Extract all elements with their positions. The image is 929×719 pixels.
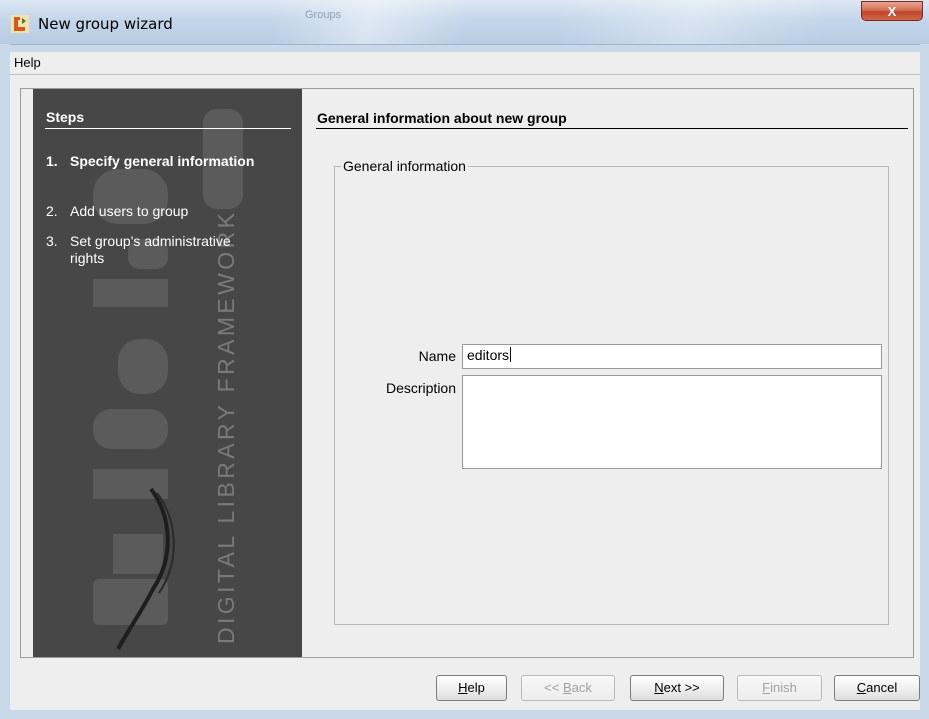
title-bar-glass (275, 0, 465, 44)
page-title-divider (316, 128, 908, 129)
step-label: Add users to group (70, 203, 189, 219)
cancel-button[interactable]: Cancel (834, 675, 920, 701)
description-field[interactable] (462, 375, 882, 469)
name-field-value: editors (467, 347, 510, 363)
menu-item-help[interactable]: Help (14, 55, 41, 70)
page-title: General information about new group (317, 110, 567, 126)
close-window-button[interactable]: X (861, 1, 923, 21)
window-title: New group wizard (38, 15, 173, 33)
steps-divider (45, 128, 291, 129)
steps-panel: DIGITAL LIBRARY FRAMEWORK Steps 1. Speci… (33, 89, 302, 657)
steps-title: Steps (46, 109, 85, 125)
help-button[interactable]: Help (436, 675, 507, 701)
close-icon: X (887, 4, 897, 19)
window-frame-left (0, 44, 10, 719)
background-window-tab: Groups (305, 9, 342, 21)
title-bar-glass (560, 0, 820, 44)
text-caret (510, 347, 512, 362)
name-label: Name (418, 348, 456, 364)
step-number: 1. (46, 153, 58, 169)
name-field[interactable]: editors (462, 344, 882, 369)
title-bar: New group wizard Groups X (0, 0, 929, 45)
finish-button[interactable]: Finish (737, 675, 822, 701)
watermark-text: DIGITAL LIBRARY FRAMEWORK (213, 210, 239, 644)
menu-bar: Help (10, 52, 920, 75)
step-label: Specify general information (70, 153, 255, 169)
step-number: 2. (46, 203, 58, 219)
dlibra-app-icon (11, 15, 29, 33)
window-frame-bottom (0, 710, 929, 719)
next-button[interactable]: Next >> (630, 675, 724, 701)
groupbox-title: General information (341, 158, 468, 174)
description-label: Description (385, 380, 456, 396)
back-button[interactable]: << Back (521, 675, 615, 701)
dlibra-watermark-logo: DIGITAL LIBRARY FRAMEWORK (93, 109, 243, 650)
window-frame-right (920, 44, 929, 719)
step-label: Set group's administrative rights (70, 233, 231, 266)
step-number: 3. (46, 233, 58, 249)
